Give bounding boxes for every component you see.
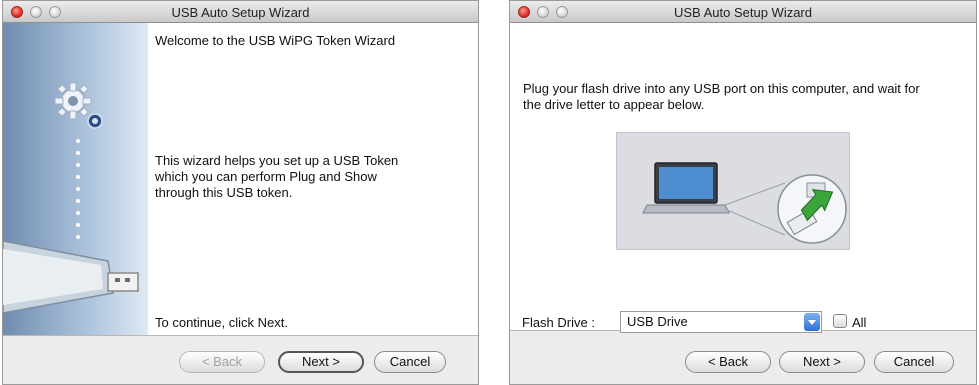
instruction-line-1: Plug your flash drive into any USB port … <box>523 81 920 96</box>
flash-drive-selected-value: USB Drive <box>627 314 688 329</box>
wizard-description-line-1: This wizard helps you set up a USB Token <box>155 153 399 168</box>
instruction-line-2: the drive letter to appear below. <box>523 97 705 112</box>
title-bar: USB Auto Setup Wizard <box>510 1 976 23</box>
continue-instruction: To continue, click Next. <box>155 315 288 330</box>
flash-drive-label: Flash Drive : <box>522 315 595 330</box>
usb-stick-icon <box>3 240 139 314</box>
all-checkbox[interactable] <box>833 314 847 328</box>
wizard-description-line-3: through this USB token. <box>155 185 293 200</box>
next-button[interactable]: Next > <box>278 351 364 373</box>
cancel-button[interactable]: Cancel <box>874 351 954 373</box>
wizard-content: Welcome to the USB WiPG Token Wizard Thi… <box>3 23 478 336</box>
wizard-sidebar-graphic <box>3 23 148 335</box>
laptop-icon <box>642 162 730 214</box>
wizard-welcome-heading: Welcome to the USB WiPG Token Wizard <box>155 33 396 48</box>
back-button[interactable]: < Back <box>179 351 265 373</box>
title-bar: USB Auto Setup Wizard <box>3 1 478 23</box>
zoom-connector-lines <box>724 182 786 236</box>
plug-in-illustration <box>616 132 850 250</box>
next-button[interactable]: Next > <box>779 351 865 373</box>
cancel-button[interactable]: Cancel <box>374 351 446 373</box>
wizard-window-plug-drive: USB Auto Setup Wizard Plug your flash dr… <box>509 0 977 385</box>
gear-icon <box>54 82 103 129</box>
window-title: USB Auto Setup Wizard <box>171 5 310 20</box>
wizard-description-line-2: which you can perform Plug and Show <box>155 169 377 184</box>
chevron-down-icon[interactable] <box>804 313 820 331</box>
back-button[interactable]: < Back <box>685 351 771 373</box>
flash-drive-select[interactable]: USB Drive <box>620 311 822 333</box>
window-title: USB Auto Setup Wizard <box>673 5 812 20</box>
all-checkbox-label: All <box>852 315 867 330</box>
progress-dots <box>76 139 80 239</box>
wizard-content: Plug your flash drive into any USB port … <box>510 23 976 333</box>
wizard-window-welcome: USB Auto Setup Wizard Welcome to the USB… <box>2 0 479 385</box>
